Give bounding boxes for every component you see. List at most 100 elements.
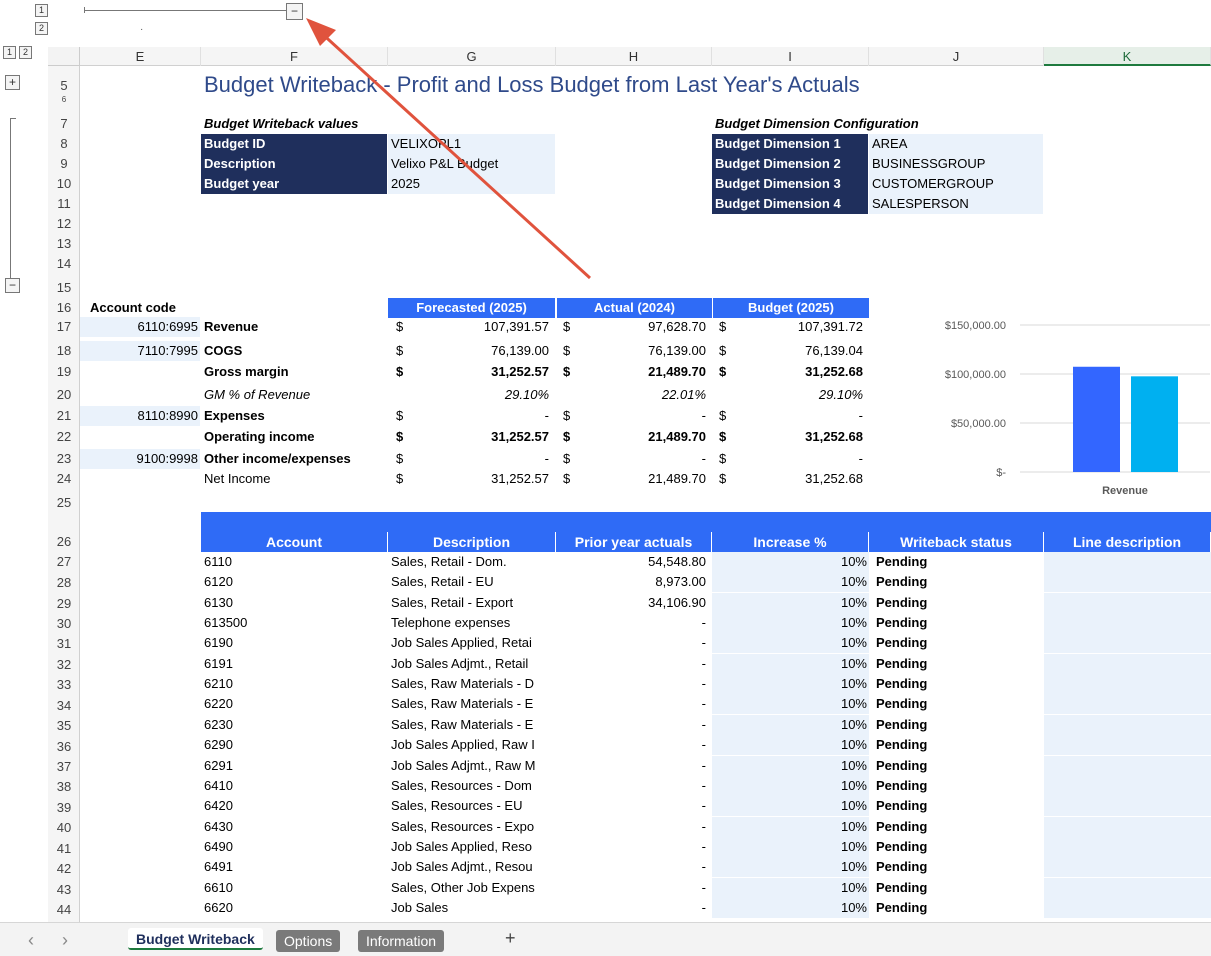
line-description-cell[interactable] <box>1044 837 1211 857</box>
line-description-cell[interactable] <box>1044 674 1211 694</box>
line-description-cell[interactable] <box>1044 715 1211 735</box>
prior-year-cell[interactable]: - <box>556 878 706 898</box>
writeback-status-cell[interactable]: Pending <box>876 654 1042 674</box>
line-description-cell[interactable] <box>1044 593 1211 613</box>
row-header-33[interactable]: 33 <box>48 675 80 695</box>
account-cell[interactable]: 6210 <box>204 674 386 694</box>
writeback-status-cell[interactable]: Pending <box>876 796 1042 816</box>
account-cell[interactable]: 6190 <box>204 633 386 653</box>
prior-year-cell[interactable]: - <box>556 857 706 877</box>
row-header-21[interactable]: 21 <box>48 406 80 426</box>
prior-year-cell[interactable]: 54,548.80 <box>556 552 706 572</box>
increase-cell[interactable]: 10% <box>712 837 869 857</box>
prior-year-cell[interactable]: - <box>556 898 706 918</box>
outline-col-level-2[interactable]: 2 <box>35 22 48 35</box>
line-description-cell[interactable] <box>1044 552 1211 572</box>
line-description-cell[interactable] <box>1044 817 1211 837</box>
line-description-cell[interactable] <box>1044 694 1211 714</box>
writeback-status-cell[interactable]: Pending <box>876 552 1042 572</box>
revenue-chart[interactable]: $150,000.00 $100,000.00 $50,000.00 $- Revenu… <box>880 305 1210 505</box>
row-header-18[interactable]: 18 <box>48 341 80 361</box>
prior-year-cell[interactable]: - <box>556 674 706 694</box>
description-cell[interactable]: Sales, Raw Materials - D <box>391 674 554 694</box>
description-cell[interactable]: Job Sales Applied, Reso <box>391 837 554 857</box>
row-header-32[interactable]: 32 <box>48 655 80 675</box>
prior-year-cell[interactable]: - <box>556 817 706 837</box>
increase-cell[interactable]: 10% <box>712 674 869 694</box>
row-header-25[interactable]: 25 <box>48 493 80 513</box>
account-cell[interactable]: 613500 <box>204 613 386 633</box>
row-header-7[interactable]: 7 <box>48 114 80 134</box>
writeback-status-cell[interactable]: Pending <box>876 898 1042 918</box>
prior-year-cell[interactable]: 8,973.00 <box>556 572 706 592</box>
row-header-11[interactable]: 11 <box>48 194 80 214</box>
description-cell[interactable]: Job Sales <box>391 898 554 918</box>
description-cell[interactable]: Sales, Other Job Expens <box>391 878 554 898</box>
increase-cell[interactable]: 10% <box>712 878 869 898</box>
account-code-cell[interactable]: 7110:7995 <box>80 341 200 361</box>
column-header-k[interactable]: K <box>1044 47 1211 66</box>
tab-options[interactable]: Options <box>276 930 341 952</box>
row-header-42[interactable]: 42 <box>48 859 80 879</box>
row-header-34[interactable]: 34 <box>48 696 80 716</box>
row-header-19[interactable]: 19 <box>48 362 80 382</box>
prior-year-cell[interactable]: - <box>556 613 706 633</box>
increase-cell[interactable]: 10% <box>712 857 869 877</box>
writeback-status-cell[interactable]: Pending <box>876 837 1042 857</box>
description-cell[interactable]: Sales, Raw Materials - E <box>391 715 554 735</box>
row-header-10[interactable]: 10 <box>48 174 80 194</box>
line-description-cell[interactable] <box>1044 654 1211 674</box>
outline-collapse-rows-button[interactable]: − <box>5 278 20 293</box>
row-header-44[interactable]: 44 <box>48 900 80 920</box>
prior-year-cell[interactable]: - <box>556 633 706 653</box>
increase-cell[interactable]: 10% <box>712 756 869 776</box>
row-header-23[interactable]: 23 <box>48 449 80 469</box>
account-cell[interactable]: 6620 <box>204 898 386 918</box>
dimension-4-value[interactable]: SALESPERSON <box>869 194 1043 214</box>
row-header-35[interactable]: 35 <box>48 716 80 736</box>
row-header-6[interactable]: 6 <box>48 96 80 104</box>
increase-cell[interactable]: 10% <box>712 817 869 837</box>
increase-cell[interactable]: 10% <box>712 796 869 816</box>
writeback-status-cell[interactable]: Pending <box>876 857 1042 877</box>
line-description-cell[interactable] <box>1044 613 1211 633</box>
tab-nav-prev-button[interactable]: ‹ <box>28 930 34 951</box>
account-code-cell[interactable]: 6110:6995 <box>80 317 200 337</box>
row-header-12[interactable]: 12 <box>48 214 80 234</box>
writeback-status-cell[interactable]: Pending <box>876 633 1042 653</box>
prior-year-cell[interactable]: - <box>556 715 706 735</box>
dimension-1-value[interactable]: AREA <box>869 134 1043 154</box>
writeback-status-cell[interactable]: Pending <box>876 735 1042 755</box>
account-code-cell[interactable]: 8110:8990 <box>80 406 200 426</box>
outline-row-level-2[interactable]: 2 <box>19 46 32 59</box>
account-cell[interactable]: 6191 <box>204 654 386 674</box>
chart-bar[interactable] <box>1073 366 1120 472</box>
description-cell[interactable]: Job Sales Adjmt., Resou <box>391 857 554 877</box>
writeback-status-cell[interactable]: Pending <box>876 674 1042 694</box>
increase-cell[interactable]: 10% <box>712 715 869 735</box>
prior-year-cell[interactable]: - <box>556 837 706 857</box>
row-header-8[interactable]: 8 <box>48 134 80 154</box>
description-cell[interactable]: Sales, Resources - Expo <box>391 817 554 837</box>
line-description-cell[interactable] <box>1044 898 1211 918</box>
account-cell[interactable]: 6130 <box>204 593 386 613</box>
account-cell[interactable]: 6490 <box>204 837 386 857</box>
account-cell[interactable]: 6120 <box>204 572 386 592</box>
row-header-16[interactable]: 16 <box>48 298 80 318</box>
outline-col-level-1[interactable]: 1 <box>35 4 48 17</box>
account-cell[interactable]: 6491 <box>204 857 386 877</box>
tab-budget-writeback[interactable]: Budget Writeback <box>128 928 263 950</box>
chart-bar[interactable] <box>1131 376 1178 472</box>
line-description-cell[interactable] <box>1044 633 1211 653</box>
add-sheet-button[interactable]: + <box>505 928 516 949</box>
increase-cell[interactable]: 10% <box>712 694 869 714</box>
description-cell[interactable]: Sales, Resources - Dom <box>391 776 554 796</box>
line-description-cell[interactable] <box>1044 735 1211 755</box>
writeback-status-cell[interactable]: Pending <box>876 878 1042 898</box>
row-header-24[interactable]: 24 <box>48 469 80 489</box>
account-cell[interactable]: 6291 <box>204 756 386 776</box>
description-cell[interactable]: Job Sales Adjmt., Retail <box>391 654 554 674</box>
row-header-36[interactable]: 36 <box>48 737 80 757</box>
writeback-status-cell[interactable]: Pending <box>876 694 1042 714</box>
line-description-cell[interactable] <box>1044 796 1211 816</box>
